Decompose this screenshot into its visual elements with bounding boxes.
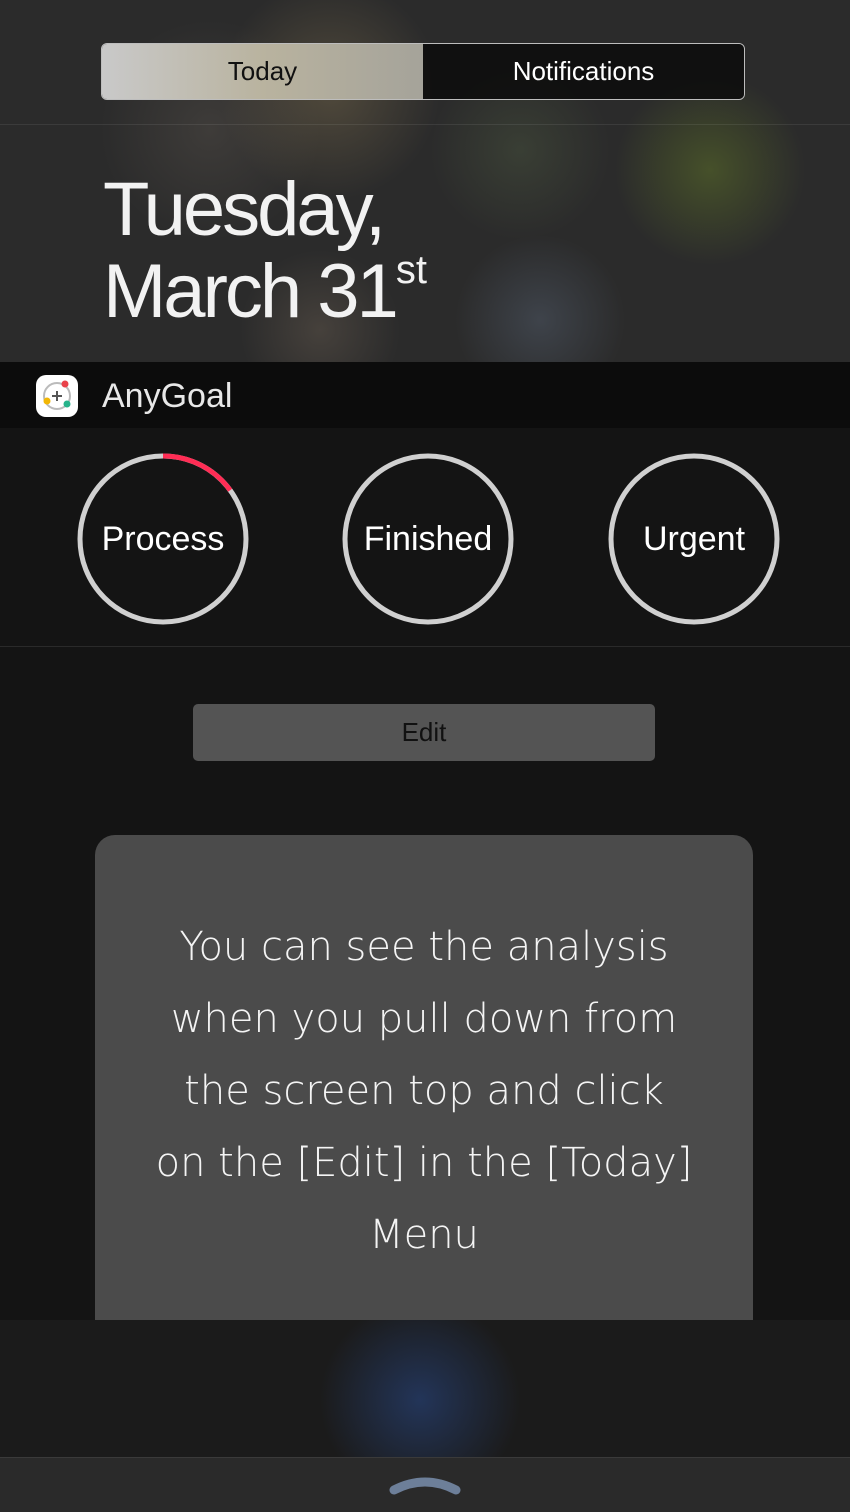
today-header: Today Notifications Tuesday, March 31st xyxy=(0,0,850,362)
tooltip-line-2: when you pull down from xyxy=(170,996,678,1042)
rings-divider xyxy=(0,646,850,647)
tooltip-line-5: Menu xyxy=(369,1212,479,1258)
date-ordinal-suffix: st xyxy=(395,247,427,292)
header-divider xyxy=(0,124,850,125)
segmented-control: Today Notifications xyxy=(101,43,745,100)
ring-label-urgent: Urgent xyxy=(642,519,746,558)
chevron-up-icon[interactable] xyxy=(388,1472,462,1501)
ring-urgent[interactable]: Urgent xyxy=(607,452,781,626)
ring-label-finished: Finished xyxy=(363,519,493,558)
anygoal-icon xyxy=(36,375,78,417)
date-weekday: Tuesday, xyxy=(103,167,386,252)
ring-process[interactable]: Process xyxy=(76,452,250,626)
tooltip-line-3: the screen top and click xyxy=(184,1068,664,1114)
pull-handle-bar[interactable] xyxy=(0,1457,850,1512)
tab-today[interactable]: Today xyxy=(102,44,423,99)
tooltip-line-1: You can see the analysis xyxy=(179,924,669,970)
widget-app-name: AnyGoal xyxy=(102,377,233,415)
tooltip-line-4: on the [Edit] in the [Today] xyxy=(155,1140,693,1186)
ring-finished[interactable]: Finished xyxy=(341,452,515,626)
bottom-blur-area xyxy=(0,1320,850,1457)
ring-label-process: Process xyxy=(101,519,225,558)
instruction-tooltip: You can see the analysis when you pull d… xyxy=(95,835,753,1348)
tab-notifications[interactable]: Notifications xyxy=(423,44,744,99)
widget-header[interactable]: AnyGoal xyxy=(0,362,850,428)
date-day: March 31st xyxy=(103,250,427,330)
edit-button[interactable]: Edit xyxy=(193,704,655,761)
date-month-day: March 31 xyxy=(103,249,399,334)
